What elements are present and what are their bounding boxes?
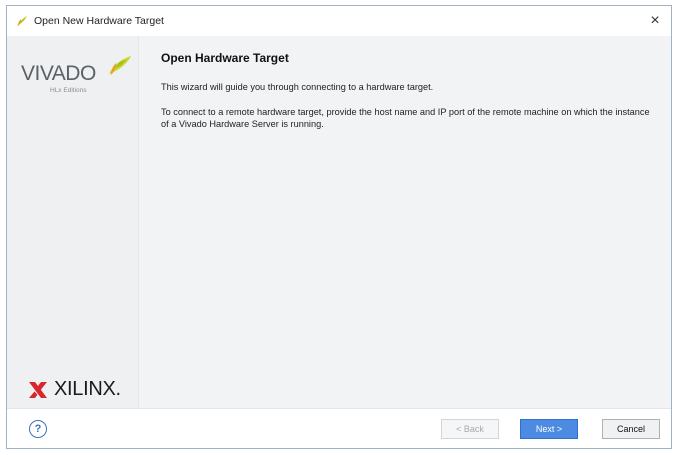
wizard-sidebar: VIVADO HLx Editions XILINX. [7,36,139,408]
vivado-logo: VIVADO HLx Editions [21,52,133,100]
vivado-leaf-icon [17,16,27,26]
xilinx-mark-icon [29,382,47,398]
cancel-button[interactable]: Cancel [602,419,660,439]
intro-text: This wizard will guide you through conne… [161,82,434,92]
button-bar: ? < Back Next > Cancel [7,408,671,448]
window-title: Open New Hardware Target [34,15,164,27]
open-hardware-target-dialog: Open New Hardware Target × VIVADO HLx Ed… [6,5,672,449]
help-button[interactable]: ? [29,420,47,438]
close-button[interactable]: × [639,6,671,36]
vivado-leaf-icon [109,56,131,75]
back-button[interactable]: < Back [441,419,499,439]
title-bar[interactable]: Open New Hardware Target × [7,6,671,36]
wizard-content: Open Hardware Target This wizard will gu… [139,36,671,408]
vivado-wordmark: VIVADO [21,62,96,85]
vivado-edition-label: HLx Editions [50,87,87,94]
instructions-text: To connect to a remote hardware target, … [161,107,650,129]
xilinx-logo: XILINX. [27,377,137,403]
next-button[interactable]: Next > [520,419,578,439]
page-title: Open Hardware Target [161,51,289,65]
xilinx-wordmark: XILINX. [54,378,121,400]
